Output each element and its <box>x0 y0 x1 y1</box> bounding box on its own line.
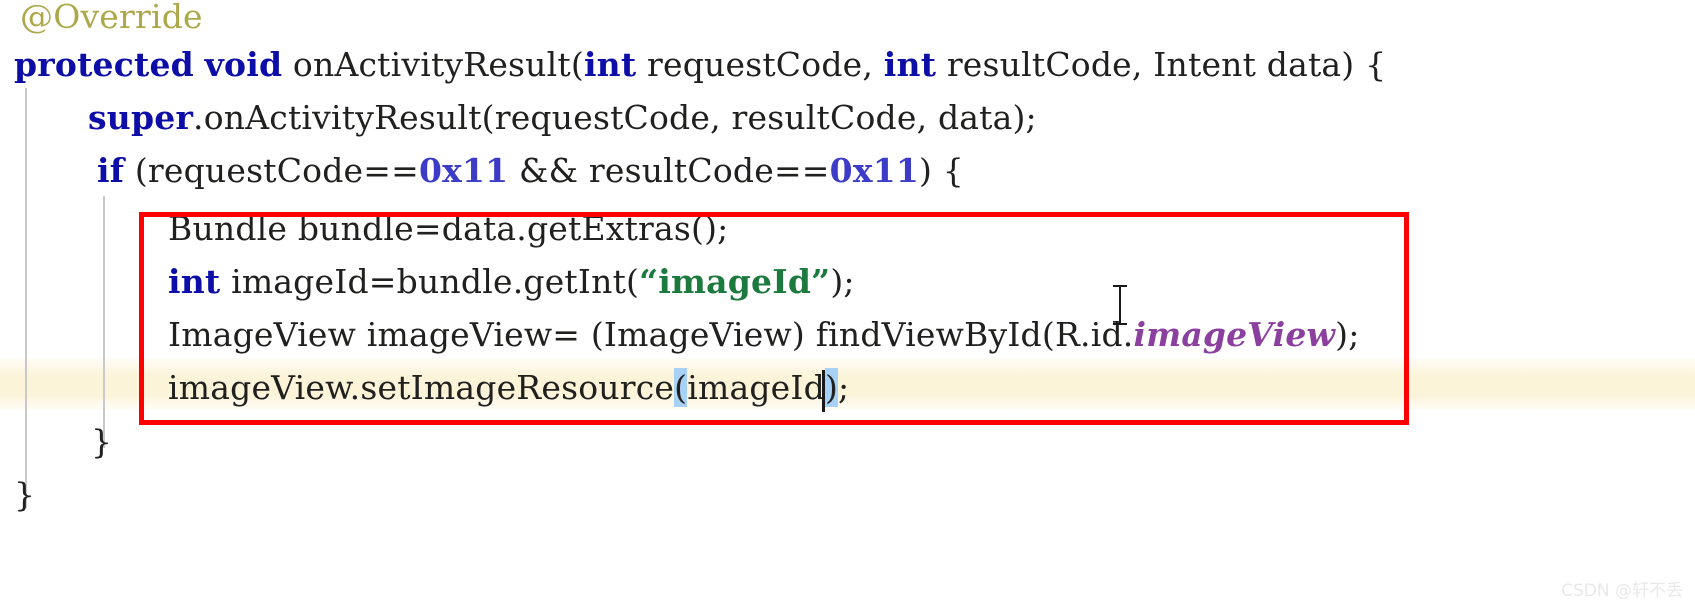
code-line[interactable]: if (requestCode==0x11 && resultCode==0x1… <box>97 154 964 188</box>
code-token: imageId <box>687 368 825 407</box>
code-token: imageId=bundle.getInt( <box>220 262 640 301</box>
code-token: “imageId” <box>639 262 831 301</box>
ibeam-bottom-cap <box>1113 323 1127 325</box>
code-line[interactable]: ImageView imageView= (ImageView) findVie… <box>168 318 1360 352</box>
code-token: protected <box>14 45 194 84</box>
code-line[interactable]: protected void onActivityResult(int requ… <box>14 48 1386 82</box>
code-line[interactable]: @Override <box>20 0 203 34</box>
code-token: } <box>91 422 113 461</box>
code-token: && resultCode== <box>508 151 830 190</box>
code-token: int <box>168 262 221 301</box>
ibeam-stem <box>1119 286 1121 324</box>
code-token: resultCode, Intent data) { <box>936 45 1387 84</box>
code-token: Bundle bundle=data.getExtras(); <box>168 209 729 248</box>
code-token: int <box>583 45 637 84</box>
code-line[interactable]: imageView.setImageResource(imageId); <box>168 368 850 407</box>
code-token: (requestCode== <box>124 151 419 190</box>
code-token: } <box>14 475 36 514</box>
code-token: 0x11 <box>418 151 509 190</box>
code-line[interactable]: } <box>91 425 112 459</box>
csdn-watermark: CSDN @轩不丢 <box>1561 581 1683 601</box>
code-token: imageView.setImageResource <box>168 368 675 407</box>
code-line[interactable]: super.onActivityResult(requestCode, resu… <box>88 101 1037 135</box>
code-token: ImageView imageView= (ImageView) findVie… <box>168 315 1134 354</box>
code-token: ) { <box>919 151 964 190</box>
code-token: super <box>88 98 194 137</box>
code-token: requestCode, <box>636 45 884 84</box>
code-token: ) <box>824 368 839 407</box>
code-token: 0x11 <box>829 151 920 190</box>
code-token: ; <box>838 368 850 407</box>
code-token: onActivityResult( <box>282 45 584 84</box>
code-token: void <box>204 45 283 84</box>
text-caret <box>822 370 825 412</box>
code-line[interactable]: Bundle bundle=data.getExtras(); <box>168 212 729 246</box>
code-line[interactable]: int imageId=bundle.getInt(“imageId”); <box>168 265 855 299</box>
code-token: .onActivityResult(requestCode, resultCod… <box>193 98 1037 137</box>
code-token: ); <box>830 262 855 301</box>
mouse-ibeam-cursor <box>1112 283 1128 327</box>
code-token: int <box>883 45 937 84</box>
code-token: imageView <box>1133 315 1336 354</box>
code-token: if <box>97 151 125 190</box>
code-line[interactable]: } <box>14 478 35 512</box>
code-token: ( <box>674 368 688 407</box>
code-editor-screenshot: @Override protected void onActivityResult… <box>0 0 1695 609</box>
code-token: ); <box>1335 315 1360 354</box>
code-text-area[interactable]: @Override protected void onActivityResult… <box>0 0 1695 609</box>
code-token: @Override <box>20 0 203 36</box>
